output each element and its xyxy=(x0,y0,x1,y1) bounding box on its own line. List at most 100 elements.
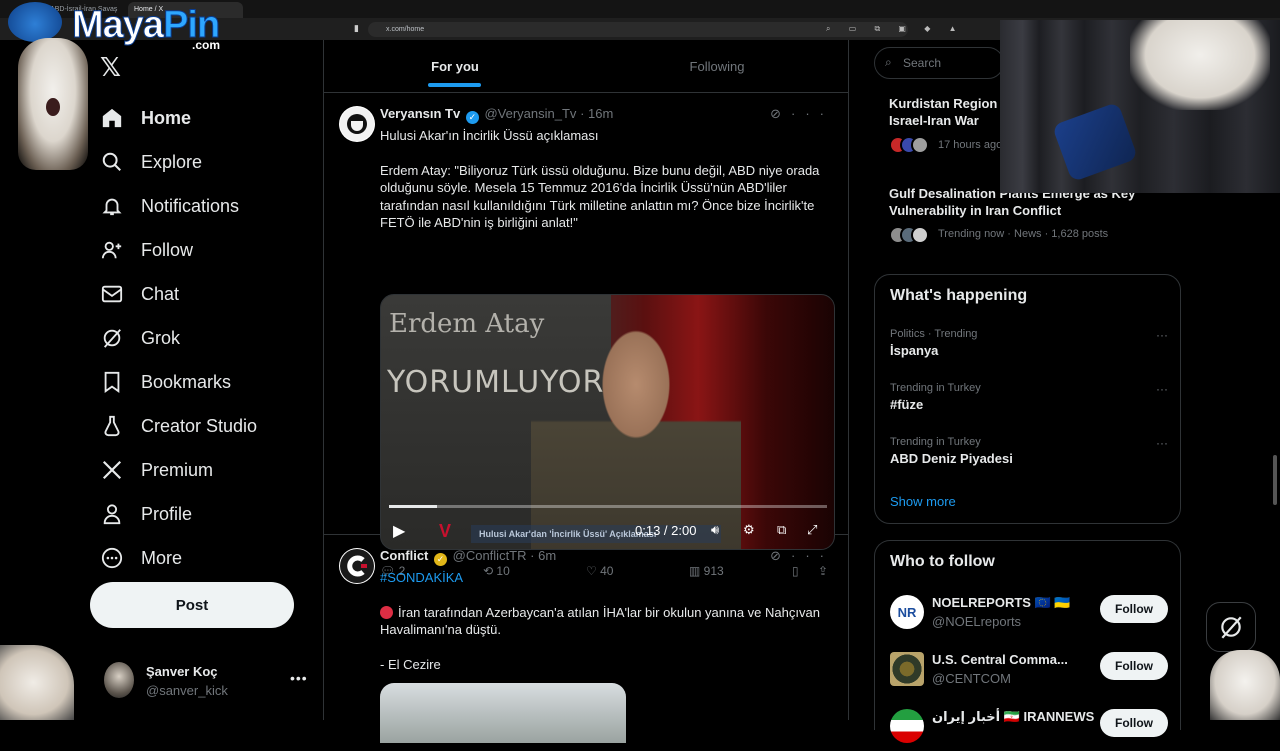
follow-suggestion[interactable]: NR NOELREPORTS 🇪🇺 🇺🇦 @NOELreports Follow xyxy=(890,593,1170,637)
avatar[interactable]: NR xyxy=(890,595,924,629)
person-add-icon xyxy=(100,238,124,262)
video-progress-bar[interactable] xyxy=(389,505,827,508)
bookmark-icon xyxy=(100,370,124,394)
trend-item[interactable]: Politics · Trending İspanya ··· xyxy=(890,328,1170,359)
sidebar-item-grok[interactable]: Grok xyxy=(100,316,257,360)
post-timestamp[interactable]: 16m xyxy=(588,106,613,121)
trend-item[interactable]: Trending in Turkey #füze ··· xyxy=(890,382,1170,413)
post-text: #SONDAKİKA İran tarafından Azerbaycan'a … xyxy=(380,569,836,673)
post-header: Veryansın Tv ✓ @Veryansin_Tv · 16m xyxy=(380,106,614,124)
home-icon xyxy=(100,106,124,130)
grok-icon xyxy=(1221,616,1242,639)
post-author-name[interactable]: Veryansın Tv xyxy=(380,106,460,121)
account-switcher[interactable]: Şanver Koç @sanver_kick ••• xyxy=(104,660,310,700)
follow-button[interactable]: Follow xyxy=(1100,595,1168,623)
search-icon xyxy=(100,150,124,174)
account-handle: @sanver_kick xyxy=(146,683,228,698)
post-menu[interactable]: ⊘··· xyxy=(770,548,834,564)
grok-icon[interactable]: ⊘ xyxy=(770,106,791,121)
post-image[interactable] xyxy=(380,683,626,743)
grok-floating-button[interactable] xyxy=(1206,602,1256,652)
sidebar-item-premium[interactable]: Premium xyxy=(100,448,257,492)
bookmark-star-icon[interactable]: ▮ xyxy=(354,23,362,33)
sidebar-item-follow[interactable]: Follow xyxy=(100,228,257,272)
post[interactable]: Veryansın Tv ✓ @Veryansin_Tv · 16m ⊘··· … xyxy=(324,94,848,578)
more-horizontal-icon[interactable]: ··· xyxy=(1156,436,1168,450)
news-item-title[interactable]: Kurdistan Region Israel-Iran War xyxy=(889,95,999,129)
post-author-handle[interactable]: @Veryansin_Tv xyxy=(484,106,576,121)
avatar[interactable] xyxy=(339,106,375,142)
sidebar-item-creator-studio[interactable]: Creator Studio xyxy=(100,404,257,448)
news-avatar-stack xyxy=(889,226,929,244)
grok-icon xyxy=(100,326,124,350)
sidebar-item-label: Home xyxy=(141,107,192,128)
post-text-line: - El Cezire xyxy=(380,656,441,672)
sidebar-item-explore[interactable]: Explore xyxy=(100,140,257,184)
browser-extension-icons[interactable]: ⌕ ▭ ⧉ ▣ ◆ ▲ xyxy=(826,24,965,34)
grok-icon[interactable]: ⊘ xyxy=(770,548,791,563)
news-avatar-stack xyxy=(889,136,929,154)
hashtag-link[interactable]: #SONDAKİKA xyxy=(380,569,836,587)
chair-image xyxy=(1051,101,1139,183)
sidebar-item-label: Premium xyxy=(141,459,214,480)
post-text-line: Hulusi Akar'ın İncirlik Üssü açıklaması xyxy=(380,128,599,143)
section-title: Who to follow xyxy=(890,553,995,570)
sidebar-item-label: Chat xyxy=(141,283,180,304)
cat-image xyxy=(1130,20,1270,110)
sidebar-item-label: Grok xyxy=(141,327,181,348)
mail-icon xyxy=(100,282,124,306)
avatar[interactable] xyxy=(890,709,924,743)
show-more-link[interactable]: Show more xyxy=(890,494,956,509)
sidebar-item-chat[interactable]: Chat xyxy=(100,272,257,316)
trend-item[interactable]: Trending in Turkey ABD Deniz Piyadesi ··… xyxy=(890,436,1170,467)
search-input[interactable]: ⌕ Search xyxy=(874,47,1004,79)
suggestion-handle: @CENTCOM xyxy=(932,671,1011,686)
account-name: Şanver Koç xyxy=(146,664,218,679)
section-title: What's happening xyxy=(890,287,1028,304)
sidebar-item-more[interactable]: More xyxy=(100,536,257,580)
post-menu[interactable]: ⊘··· xyxy=(770,106,834,122)
suggestion-name[interactable]: NOELREPORTS 🇪🇺 🇺🇦 xyxy=(932,595,1071,611)
scrollbar[interactable] xyxy=(1273,455,1277,505)
suggestion-name[interactable]: U.S. Central Comma... xyxy=(932,652,1068,667)
x-logo-icon[interactable]: 𝕏 xyxy=(100,52,121,83)
post-button[interactable]: Post xyxy=(90,582,294,628)
follow-button[interactable]: Follow xyxy=(1100,709,1168,737)
follow-button[interactable]: Follow xyxy=(1100,652,1168,680)
news-item-meta: 17 hours ago xyxy=(938,139,1003,151)
sidebar-item-label: Creator Studio xyxy=(141,415,258,436)
more-horizontal-icon[interactable]: ••• xyxy=(290,670,308,686)
sidebar-item-bookmarks[interactable]: Bookmarks xyxy=(100,360,257,404)
follow-suggestion[interactable]: U.S. Central Comma... @CENTCOM Follow xyxy=(890,650,1170,694)
follow-suggestion[interactable]: أخبار إيران 🇮🇷 IRANNEWS Follow xyxy=(890,707,1170,751)
tab-following[interactable]: Following xyxy=(586,40,848,93)
sidebar-item-profile[interactable]: Profile xyxy=(100,492,257,536)
video-player[interactable]: Erdem Atay YORUMLUYOR ▶ V Hulusi Akar'da… xyxy=(380,294,835,550)
post-author-handle[interactable]: @ConflictTR xyxy=(453,548,527,563)
post-timestamp[interactable]: 6m xyxy=(538,548,556,563)
post[interactable]: Conflict ✓ @ConflictTR · 6m ⊘··· #SONDAK… xyxy=(324,536,848,743)
home-timeline: For you Following Veryansın Tv ✓ @Veryan… xyxy=(323,40,849,743)
sidebar-item-home[interactable]: Home xyxy=(100,96,257,140)
avatar[interactable] xyxy=(890,652,924,686)
avatar xyxy=(104,662,134,698)
avatar[interactable] xyxy=(339,548,375,584)
post-author-name[interactable]: Conflict xyxy=(380,548,428,563)
suggestion-handle: @NOELreports xyxy=(932,614,1022,629)
video-progress-fill xyxy=(389,505,438,508)
sidebar-item-label: Bookmarks xyxy=(141,371,232,392)
more-horizontal-icon[interactable]: ··· xyxy=(791,106,834,121)
search-icon: ⌕ xyxy=(885,55,892,69)
suggestion-name[interactable]: أخبار إيران 🇮🇷 IRANNEWS xyxy=(932,709,1094,725)
who-to-follow-card: Who to follow NR NOELREPORTS 🇪🇺 🇺🇦 @NOEL… xyxy=(874,540,1181,743)
red-circle-icon xyxy=(380,605,393,619)
cat-sticker-image xyxy=(18,38,88,170)
sidebar-item-label: More xyxy=(141,547,183,568)
more-horizontal-icon[interactable]: ··· xyxy=(1156,382,1168,396)
more-horizontal-icon[interactable]: ··· xyxy=(791,548,834,563)
sidebar-item-notifications[interactable]: Notifications xyxy=(100,184,257,228)
mascot-logo-icon xyxy=(8,2,62,42)
sidebar-item-label: Follow xyxy=(141,239,194,260)
more-horizontal-icon[interactable]: ··· xyxy=(1156,328,1168,342)
cat-sticker-image xyxy=(0,645,74,720)
